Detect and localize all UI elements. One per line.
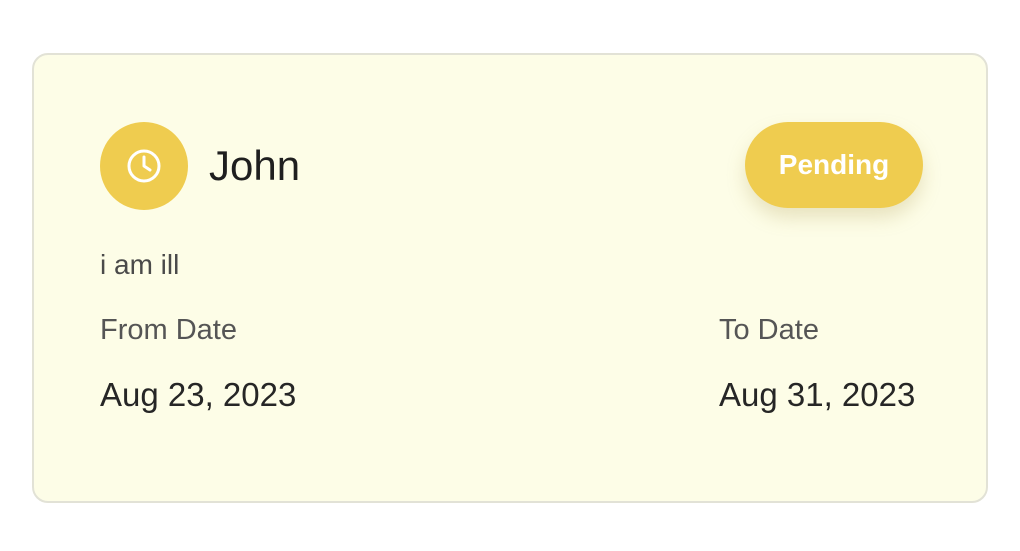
clock-icon (127, 149, 161, 183)
to-date-value: Aug 31, 2023 (719, 376, 916, 413)
leave-reason: i am ill (100, 249, 180, 280)
to-date-label: To Date (719, 314, 819, 346)
from-date-value: Aug 23, 2023 (100, 376, 297, 413)
employee-name: John (209, 142, 301, 189)
status-avatar (100, 122, 188, 210)
status-badge: Pending (745, 122, 923, 208)
leave-request-card[interactable]: John Pending i am ill From Date To Date … (32, 53, 988, 503)
from-date-label: From Date (100, 314, 237, 346)
